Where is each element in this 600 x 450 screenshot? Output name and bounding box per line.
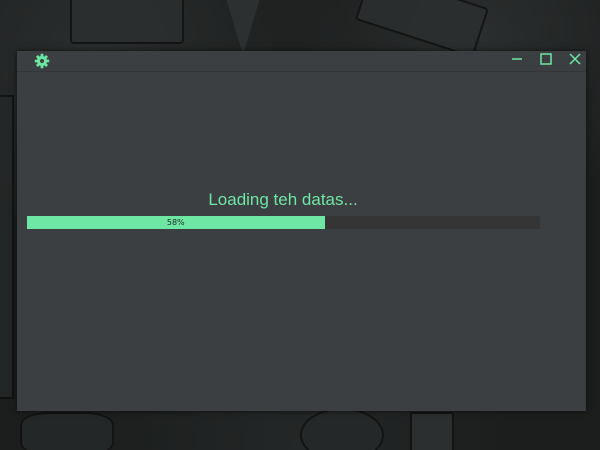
background-shape bbox=[20, 412, 114, 450]
maximize-icon bbox=[540, 52, 552, 70]
maximize-button[interactable] bbox=[537, 52, 555, 70]
close-icon bbox=[569, 52, 581, 70]
background-shape bbox=[70, 0, 184, 44]
background-shape bbox=[410, 412, 454, 450]
loading-window: Loading teh datas... 58% bbox=[17, 51, 586, 411]
close-button[interactable] bbox=[566, 52, 584, 70]
background-shape bbox=[0, 95, 14, 399]
background-shape bbox=[225, 0, 261, 55]
progress-label: 58% bbox=[166, 218, 185, 227]
minimize-icon bbox=[511, 52, 523, 70]
background-shape bbox=[355, 0, 489, 58]
progress-bar: 58% bbox=[27, 216, 540, 229]
background-shape bbox=[300, 408, 384, 450]
gear-icon[interactable] bbox=[34, 53, 50, 69]
loading-message: Loading teh datas... bbox=[208, 190, 358, 209]
title-bar[interactable] bbox=[17, 51, 586, 72]
minimize-button[interactable] bbox=[508, 52, 526, 70]
